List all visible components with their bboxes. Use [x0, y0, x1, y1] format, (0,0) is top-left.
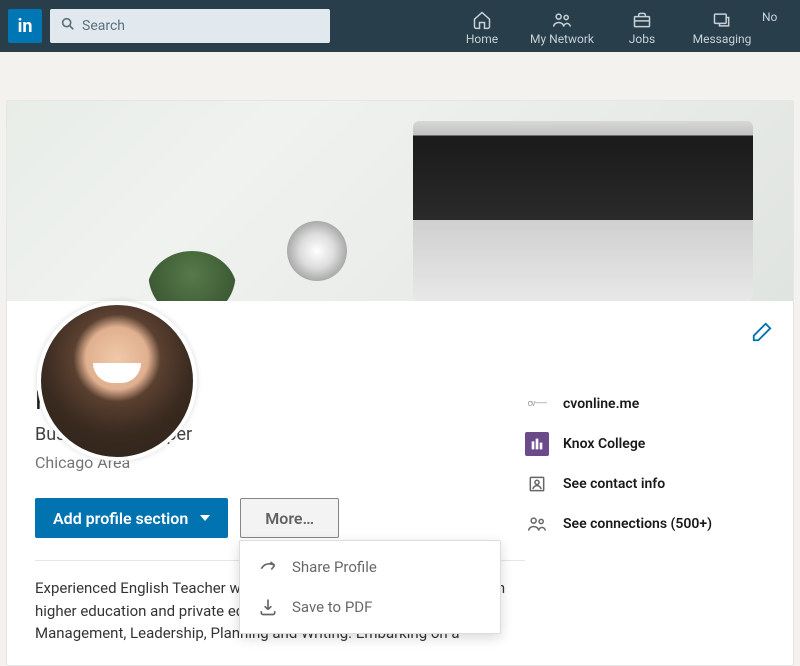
nav-messaging[interactable]: Messaging — [682, 6, 762, 46]
primary-nav: Home My Network Jobs Messaging No — [442, 6, 792, 46]
nav-label: Jobs — [602, 32, 682, 46]
top-nav-bar: in Home My Network Jobs Messaging No — [0, 0, 800, 52]
menu-label: Share Profile — [292, 558, 377, 576]
contact-card-icon — [525, 472, 549, 496]
profile-card: Kaitlin Business Developer Chicago Area … — [6, 100, 794, 666]
network-icon — [551, 10, 573, 30]
caret-down-icon — [200, 515, 210, 521]
search-icon — [60, 16, 76, 36]
pencil-icon — [751, 321, 773, 343]
download-icon — [258, 597, 278, 617]
website-icon: cv—— — [525, 392, 549, 416]
connections-icon — [525, 512, 549, 536]
sidebar-label: Knox College — [563, 436, 645, 452]
sidebar-website[interactable]: cv—— cvonline.me — [525, 392, 765, 416]
profile-avatar[interactable] — [37, 301, 197, 461]
button-label: Add profile section — [53, 509, 188, 528]
profile-sidebar: cv—— cvonline.me Knox College See contac… — [525, 386, 765, 645]
sidebar-connections[interactable]: See connections (500+) — [525, 512, 765, 536]
sidebar-label: See connections (500+) — [563, 516, 712, 532]
briefcase-icon — [631, 10, 653, 30]
more-button[interactable]: More… — [240, 498, 339, 538]
sidebar-label: See contact info — [563, 476, 665, 492]
nav-label: Home — [442, 32, 522, 46]
profile-actions: Add profile section More… Share Profile … — [35, 498, 525, 538]
cover-photo[interactable] — [7, 101, 793, 301]
more-dropdown-menu: Share Profile Save to PDF — [239, 540, 501, 634]
nav-notifications[interactable]: No — [762, 6, 792, 46]
menu-share-profile[interactable]: Share Profile — [240, 547, 500, 587]
sidebar-education[interactable]: Knox College — [525, 432, 765, 456]
sidebar-label: cvonline.me — [563, 396, 639, 412]
cover-decor — [287, 221, 347, 281]
edit-intro-button[interactable] — [751, 321, 773, 347]
linkedin-logo[interactable]: in — [8, 9, 42, 43]
home-icon — [471, 10, 493, 30]
search-input[interactable] — [50, 9, 330, 43]
messaging-icon — [711, 10, 733, 30]
nav-label: No — [762, 10, 792, 24]
nav-jobs[interactable]: Jobs — [602, 6, 682, 46]
share-icon — [258, 557, 278, 577]
menu-label: Save to PDF — [292, 598, 372, 616]
search-wrap — [50, 9, 330, 43]
nav-label: Messaging — [682, 32, 762, 46]
nav-label: My Network — [522, 32, 602, 46]
sidebar-contact-info[interactable]: See contact info — [525, 472, 765, 496]
school-icon — [525, 432, 549, 456]
nav-network[interactable]: My Network — [522, 6, 602, 46]
menu-save-pdf[interactable]: Save to PDF — [240, 587, 500, 627]
nav-home[interactable]: Home — [442, 6, 522, 46]
add-profile-section-button[interactable]: Add profile section — [35, 498, 228, 538]
